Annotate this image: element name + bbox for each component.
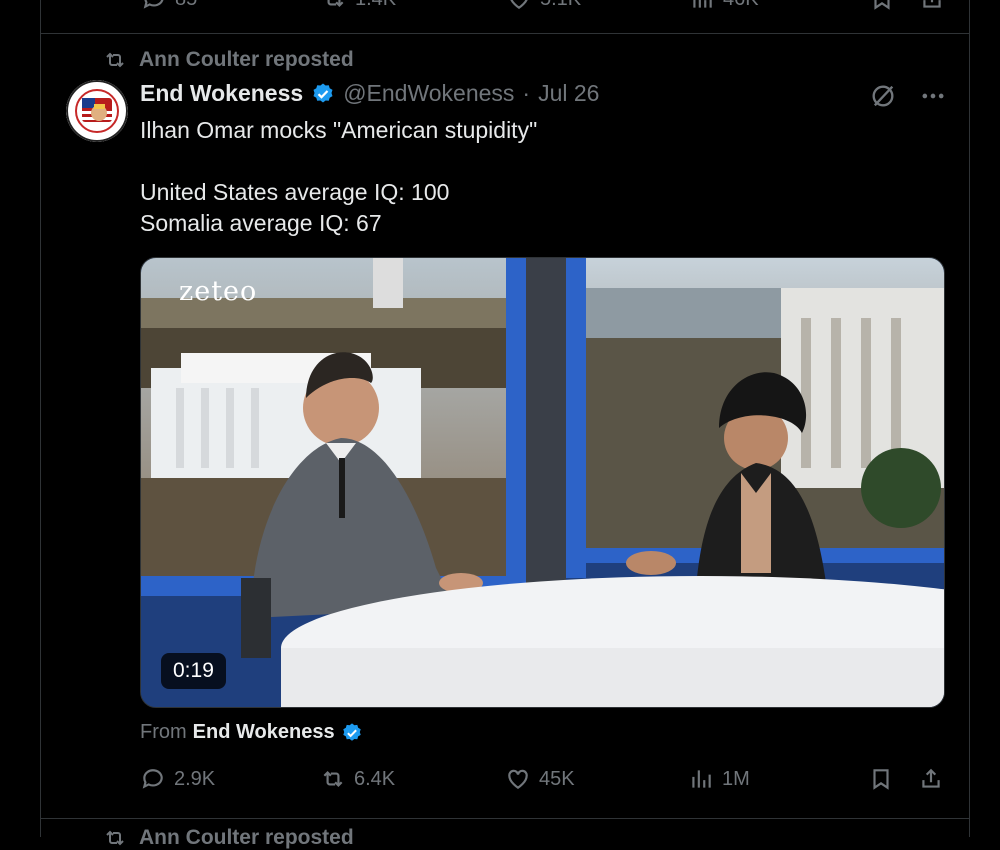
- bookmark-button[interactable]: [868, 766, 894, 792]
- like-button[interactable]: 45K: [505, 766, 575, 792]
- repost-label: Ann Coulter reposted: [139, 48, 354, 71]
- repost-icon: [106, 830, 124, 846]
- from-author-name[interactable]: End Wokeness: [193, 721, 335, 744]
- views-button[interactable]: 46K: [689, 0, 759, 12]
- like-count: 45K: [539, 767, 575, 790]
- from-prefix: From: [140, 721, 187, 743]
- author-handle[interactable]: @EndWokeness: [343, 80, 514, 107]
- like-icon: [508, 769, 528, 789]
- header-separator: ·: [522, 80, 531, 106]
- reply-count: 85: [175, 0, 197, 11]
- views-icon: [692, 770, 711, 788]
- reply-icon: [143, 0, 164, 9]
- views-count: 46K: [723, 0, 759, 11]
- previous-tweet-actions: 85 1.4K 5.1K 46K: [41, 0, 969, 20]
- video-frame: [141, 258, 944, 707]
- next-repost-context[interactable]: Ann Coulter reposted: [103, 826, 354, 850]
- share-button[interactable]: [918, 766, 944, 792]
- views-icon: [693, 0, 712, 8]
- tweet-text: Ilhan Omar mocks "American stupidity" Un…: [140, 117, 538, 236]
- repost-count: 1.4K: [355, 0, 396, 11]
- tweet-divider: [41, 33, 969, 34]
- grok-icon[interactable]: [869, 82, 897, 110]
- verified-badge-icon: [342, 722, 361, 741]
- video-watermark: zeteo: [179, 276, 258, 307]
- bookmark-button[interactable]: [869, 0, 895, 12]
- views-button[interactable]: 1M: [688, 766, 750, 792]
- reply-button[interactable]: 85: [141, 0, 197, 12]
- next-repost-label: Ann Coulter reposted: [139, 826, 354, 849]
- bookmark-icon: [873, 769, 889, 790]
- tweet-top-actions: [869, 82, 947, 110]
- like-count: 5.1K: [540, 0, 581, 11]
- more-icon[interactable]: [919, 82, 947, 110]
- repost-button[interactable]: 1.4K: [321, 0, 396, 12]
- share-icon: [923, 0, 941, 8]
- bookmark-icon: [874, 0, 890, 10]
- like-button[interactable]: 5.1K: [506, 0, 581, 12]
- repost-icon: [106, 52, 124, 68]
- video-duration: 0:19: [161, 653, 226, 689]
- reply-count: 2.9K: [174, 767, 216, 790]
- repost-button[interactable]: 6.4K: [320, 766, 395, 792]
- author-name[interactable]: End Wokeness: [140, 80, 303, 107]
- share-button[interactable]: [919, 0, 945, 12]
- tweet-date[interactable]: Jul 26: [538, 80, 599, 107]
- reply-icon: [142, 769, 163, 789]
- verified-badge-icon[interactable]: [311, 82, 335, 106]
- tweet-header: End Wokeness @EndWokeness · Jul 26: [140, 80, 599, 107]
- tweet-divider: [41, 818, 969, 819]
- like-icon: [510, 0, 528, 9]
- reply-button[interactable]: 2.9K: [140, 766, 215, 792]
- timeline-column: 85 1.4K 5.1K 46K Ann Coulter reposted: [40, 0, 970, 849]
- tweet-actions: 2.9K 6.4K 45K 1M: [140, 766, 943, 800]
- avatar-image: [66, 80, 128, 142]
- video-source[interactable]: From End Wokeness: [140, 721, 363, 744]
- repost-icon: [327, 0, 344, 8]
- video-player[interactable]: zeteo 0:19: [140, 257, 945, 708]
- avatar[interactable]: [66, 80, 128, 142]
- repost-icon: [323, 770, 343, 788]
- share-icon: [922, 768, 940, 788]
- repost-count: 6.4K: [354, 767, 396, 790]
- repost-context[interactable]: Ann Coulter reposted: [103, 48, 354, 72]
- views-count: 1M: [722, 767, 750, 790]
